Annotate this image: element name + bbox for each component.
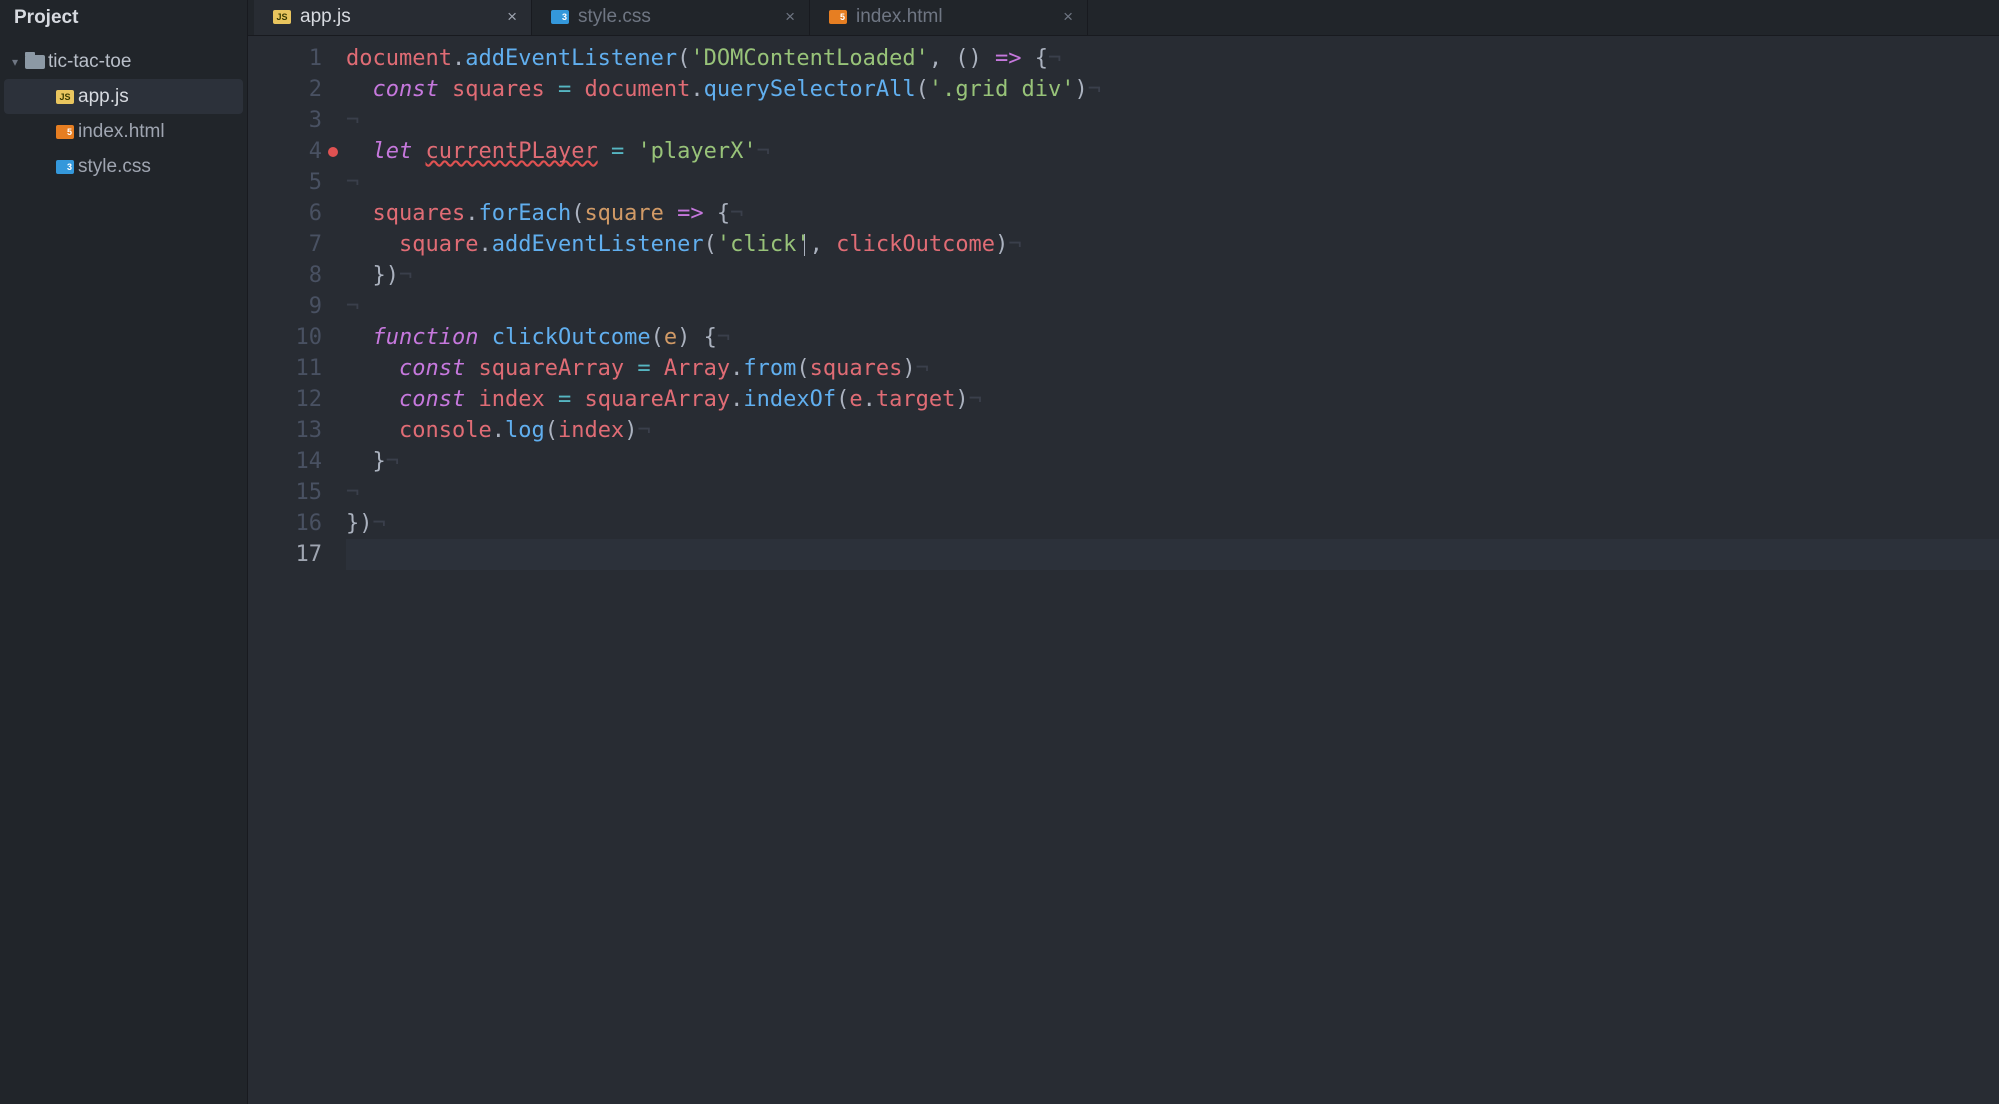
tab-index-html[interactable]: 5 index.html ×	[810, 0, 1088, 35]
line-number[interactable]: 17	[248, 539, 322, 570]
code-line[interactable]: })¬	[346, 260, 1999, 291]
tab-bar: JS app.js × 3 style.css × 5 index.html ×	[248, 0, 1999, 36]
code-line[interactable]: ¬	[346, 477, 1999, 508]
code-line[interactable]: let currentPLayer = 'playerX'¬	[346, 136, 1999, 167]
code-line[interactable]: const squareArray = Array.from(squares)¬	[346, 353, 1999, 384]
tab-app-js[interactable]: JS app.js ×	[254, 0, 532, 35]
tab-label: app.js	[300, 6, 351, 28]
code-line[interactable]: })¬	[346, 508, 1999, 539]
line-number[interactable]: 12	[248, 384, 322, 415]
css-file-icon: 3	[56, 160, 74, 174]
file-row-style-css[interactable]: 3 style.css	[0, 149, 247, 184]
folder-icon	[22, 55, 48, 69]
chevron-down-icon: ▾	[8, 55, 22, 69]
line-number[interactable]: 11	[248, 353, 322, 384]
line-number[interactable]: 1	[248, 43, 322, 74]
code-line[interactable]: squares.forEach(square => {¬	[346, 198, 1999, 229]
code-editor[interactable]: document.addEventListener('DOMContentLoa…	[346, 36, 1999, 1104]
tab-label: style.css	[578, 6, 651, 28]
line-number-gutter[interactable]: 1234567891011121314151617	[248, 36, 346, 1104]
line-number[interactable]: 15	[248, 477, 322, 508]
code-line[interactable]: const squares = document.querySelectorAl…	[346, 74, 1999, 105]
html-file-icon: 5	[56, 125, 74, 139]
line-number[interactable]: 2	[248, 74, 322, 105]
code-line[interactable]: ¬	[346, 105, 1999, 136]
code-line[interactable]: square.addEventListener('click', clickOu…	[346, 229, 1999, 260]
code-area[interactable]: 1234567891011121314151617 document.addEv…	[248, 36, 1999, 1104]
editor-pane: JSapp.js×3style.css×5index.html× 1234567…	[248, 0, 1999, 1104]
tab-style-css[interactable]: 3 style.css ×	[532, 0, 810, 35]
js-file-icon: JS	[56, 90, 74, 104]
close-icon[interactable]: ×	[785, 7, 795, 27]
line-number[interactable]: 14	[248, 446, 322, 477]
line-number[interactable]: 13	[248, 415, 322, 446]
file-tree: ▾ tic-tac-toe JS app.js 5 index.html 3 style.…	[0, 36, 247, 184]
file-row-index-html[interactable]: 5 index.html	[0, 114, 247, 149]
line-number[interactable]: 4	[248, 136, 322, 167]
breakpoint-icon[interactable]	[328, 147, 338, 157]
file-row-app-js[interactable]: JS app.js	[4, 79, 243, 114]
html-file-icon: 5	[829, 10, 847, 24]
code-line[interactable]: function clickOutcome(e) {¬	[346, 322, 1999, 353]
line-number[interactable]: 5	[248, 167, 322, 198]
code-line[interactable]: }¬	[346, 446, 1999, 477]
code-line[interactable]: ¬	[346, 291, 1999, 322]
code-line[interactable]: console.log(index)¬	[346, 415, 1999, 446]
line-number[interactable]: 8	[248, 260, 322, 291]
code-line[interactable]: document.addEventListener('DOMContentLoa…	[346, 43, 1999, 74]
close-icon[interactable]: ×	[507, 7, 517, 27]
line-number[interactable]: 6	[248, 198, 322, 229]
file-name: style.css	[78, 156, 151, 178]
tab-file-icon: 5	[826, 10, 850, 24]
close-icon[interactable]: ×	[1063, 7, 1073, 27]
file-name: app.js	[78, 86, 129, 108]
line-number[interactable]: 10	[248, 322, 322, 353]
file-name: index.html	[78, 121, 165, 143]
line-number[interactable]: 16	[248, 508, 322, 539]
file-icon: 3	[52, 160, 78, 174]
css-file-icon: 3	[551, 10, 569, 24]
folder-row[interactable]: ▾ tic-tac-toe	[0, 44, 247, 79]
folder-name: tic-tac-toe	[48, 51, 131, 73]
tab-label: index.html	[856, 6, 943, 28]
file-icon: JS	[52, 90, 78, 104]
code-line[interactable]: ¬	[346, 167, 1999, 198]
project-sidebar-header: Project	[0, 0, 247, 36]
code-line[interactable]	[346, 539, 1999, 570]
tab-file-icon: 3	[548, 10, 572, 24]
project-sidebar: Project ▾ tic-tac-toe JS app.js 5 index.htm…	[0, 0, 248, 1104]
line-number[interactable]: 7	[248, 229, 322, 260]
file-icon: 5	[52, 125, 78, 139]
line-number[interactable]: 3	[248, 105, 322, 136]
line-number[interactable]: 9	[248, 291, 322, 322]
code-line[interactable]: const index = squareArray.indexOf(e.targ…	[346, 384, 1999, 415]
tab-file-icon: JS	[270, 10, 294, 24]
js-file-icon: JS	[273, 10, 291, 24]
